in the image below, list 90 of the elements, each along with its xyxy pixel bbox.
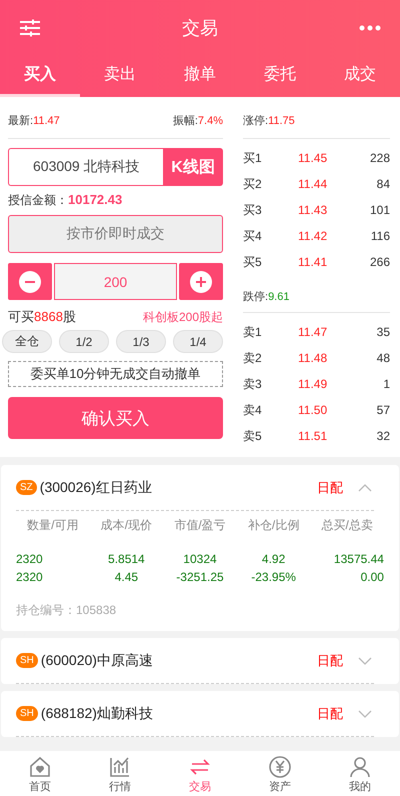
market-badge: SH (16, 706, 38, 721)
bid-price: 11.42 (298, 229, 328, 243)
stock-name: (600020)中原高速 (40, 652, 153, 670)
table-cell-text: -3251.25 (175, 570, 225, 584)
plus-icon (190, 270, 212, 292)
bid-label: 买2 (243, 176, 263, 192)
yen-icon (268, 755, 292, 779)
column-header: 总买/总卖 (320, 517, 374, 534)
table-cell-text: 4.45 (114, 570, 140, 584)
ratio-button[interactable]: 1/4 (173, 330, 223, 353)
ask-label: 卖3 (243, 376, 263, 392)
ratio-button[interactable]: 全仓 (2, 330, 52, 353)
ask-volume: 32 (376, 429, 390, 443)
more-icon[interactable] (359, 24, 381, 30)
position-card[interactable]: SH (688182)灿勤科技 日配 (1, 691, 399, 737)
ask-label: 卖5 (243, 428, 263, 444)
bid-label: 买3 (243, 202, 263, 218)
limit-down: 跌停:9.61 (243, 275, 390, 313)
ask-volume: 1 (382, 377, 390, 391)
ask-price: 11.49 (298, 377, 328, 391)
settings-icon[interactable] (19, 18, 41, 36)
ask-label: 卖4 (243, 402, 263, 418)
column-header: 市值/盈亏 (173, 517, 227, 534)
chevron-down-icon[interactable] (358, 656, 372, 664)
table-cell-text: 0.00 (360, 570, 384, 584)
table-cell-text: 2320 (16, 552, 44, 566)
bid-price: 11.45 (298, 151, 328, 165)
user-icon (348, 755, 372, 779)
nav-item[interactable]: 行情 (80, 751, 160, 796)
ask-price: 11.50 (298, 403, 328, 417)
notice: 委买单10分钟无成交自动撤单 (8, 361, 223, 387)
chevron-down-icon[interactable] (358, 710, 372, 718)
latest-price: 最新:11.47 (8, 114, 60, 128)
table-cell-text: 2320 (16, 570, 44, 584)
column-header: 补仓/比例 (246, 517, 300, 534)
bid-volume: 84 (376, 177, 390, 191)
stock-name: (300026)红日药业 (40, 478, 152, 496)
ratio-button[interactable]: 1/2 (59, 330, 109, 353)
bid-label: 买1 (243, 150, 263, 166)
column-header: 数量/可用 (26, 517, 80, 534)
bid-volume: 116 (370, 229, 390, 243)
page-title: 交易 (182, 16, 218, 40)
ask-price: 11.47 (298, 325, 328, 339)
chart-icon (108, 755, 132, 779)
bid-volume: 101 (368, 203, 390, 217)
ratio-button[interactable]: 1/3 (116, 330, 166, 353)
plus-button[interactable] (179, 263, 223, 300)
credit-amount: 授信金额：10172.43 (8, 192, 124, 209)
table-cell-text: 4.92 (260, 552, 286, 566)
table-cell-text: 13575.44 (332, 552, 384, 566)
amplitude: 振幅:7.4% (172, 114, 223, 128)
market-order-button[interactable]: 按市价即时成交 (8, 215, 223, 253)
table-cell-text: -23.95% (250, 570, 297, 584)
bid-price: 11.43 (298, 203, 328, 217)
holding-number: 持仓编号：105838 (16, 602, 118, 619)
ask-label: 卖2 (243, 350, 263, 366)
ask-volume: 57 (376, 403, 390, 417)
bid-price: 11.44 (298, 177, 328, 191)
column-header: 成本/现价 (100, 517, 154, 534)
stock-field[interactable]: 603009 北特科技 (8, 148, 163, 186)
table-cell-text: 5.8514 (107, 552, 146, 566)
position-card[interactable]: SZ (300026)红日药业 日配 数量/可用 成本/现价 市值/盈亏 补仓/比例 总买/总卖 2320 5.8514 10324 4.92 13575.44 2320 4.45 -3251.25 -23.95% 0.00 持仓编号：105838 (1, 465, 399, 631)
bid-volume: 266 (368, 255, 390, 269)
bid-label: 买4 (243, 228, 263, 244)
table-cell-text: 10324 (182, 552, 218, 566)
minimum-note: 科创板200股起 (142, 308, 223, 326)
home-icon (28, 755, 52, 779)
market-badge: SZ (16, 480, 37, 495)
buyable-shares: 可买8868股 (8, 308, 76, 326)
ask-label: 卖1 (243, 324, 263, 340)
ask-volume: 48 (376, 351, 390, 365)
chevron-up-icon[interactable] (358, 484, 372, 492)
minus-icon (19, 270, 41, 292)
position-tag: 日配 (317, 478, 343, 496)
limit-up: 涨停:11.75 (243, 107, 390, 139)
ask-price: 11.48 (298, 351, 328, 365)
nav-item[interactable]: 首页 (0, 751, 80, 796)
market-badge: SH (16, 653, 38, 668)
position-tag: 日配 (317, 704, 343, 722)
position-tag: 日配 (317, 652, 343, 670)
stock-name: (688182)灿勤科技 (40, 704, 153, 722)
bid-volume: 228 (368, 151, 390, 165)
bid-price: 11.41 (298, 255, 328, 269)
nav-item[interactable]: 我的 (320, 751, 400, 796)
bid-label: 买5 (243, 254, 263, 270)
position-card[interactable]: SH (600020)中原高速 日配 (1, 638, 399, 684)
minus-button[interactable] (8, 263, 52, 300)
ask-volume: 35 (376, 325, 390, 339)
ask-price: 11.51 (298, 429, 328, 443)
nav-item[interactable]: 资产 (240, 751, 320, 796)
